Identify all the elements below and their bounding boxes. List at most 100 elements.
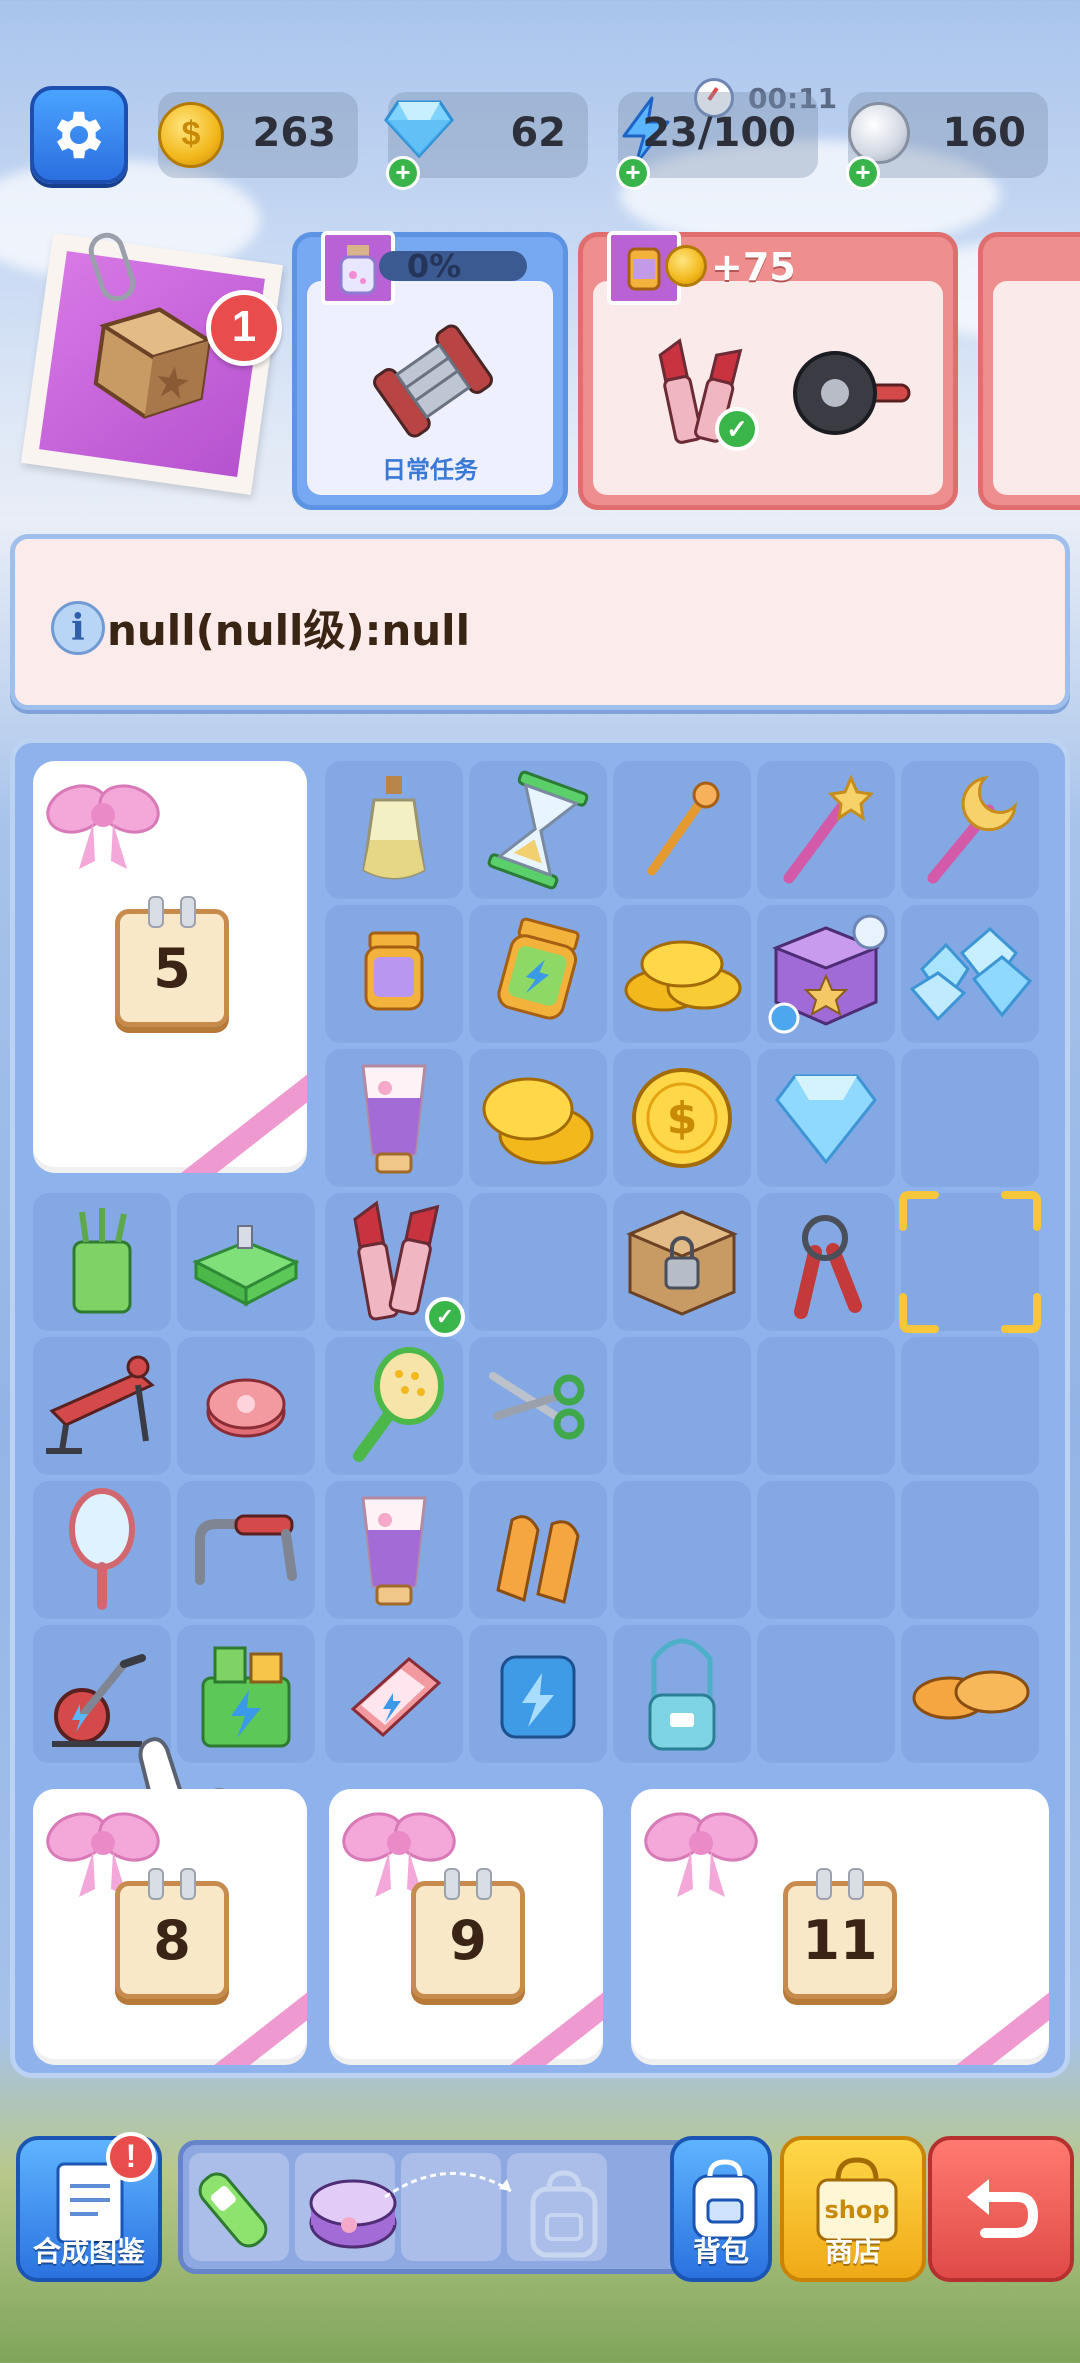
board-cell[interactable] (757, 1193, 895, 1331)
hand-grip-icon (794, 1215, 862, 1319)
board-cell[interactable] (757, 1049, 895, 1187)
collection-label: 合成图鉴 (32, 2236, 145, 2267)
board-cell[interactable] (469, 761, 607, 899)
board-cell-selected[interactable] (899, 1191, 1041, 1333)
board-cell-empty[interactable] (613, 1481, 751, 1619)
calendar-icon: 5 (115, 896, 229, 1027)
daily-task-card[interactable]: 0% 日常任务 (292, 231, 568, 510)
big-coin-icon: $ (632, 1068, 732, 1168)
board-cell[interactable] (33, 1481, 171, 1619)
board-cell[interactable] (901, 761, 1039, 899)
wooden-box-icon (93, 307, 214, 419)
undo-arrow-icon (967, 2179, 1039, 2238)
shop-button[interactable]: shop 商店 (780, 2136, 926, 2282)
gift-box-5[interactable]: 5 (33, 761, 307, 1173)
hand-mirror-icon (69, 1488, 135, 1610)
add-energy-icon[interactable]: + (616, 156, 650, 190)
backpack-label: 背包 (692, 2236, 749, 2267)
board-cell[interactable] (613, 761, 751, 899)
check-icon: ✓ (715, 407, 759, 451)
calendar-icon: 9 (411, 1868, 525, 1999)
board-cell[interactable] (613, 1625, 751, 1763)
check-icon: ✓ (425, 1297, 465, 1337)
board-cell[interactable] (33, 1337, 171, 1475)
silver-counter[interactable]: + 160 (846, 92, 1048, 190)
star-chest-icon (768, 914, 888, 1034)
hairbrush-icon (353, 1347, 444, 1462)
board-cell[interactable] (177, 1193, 315, 1331)
board-cell[interactable] (469, 1049, 607, 1187)
diamond-icon (775, 1074, 877, 1165)
add-silver-icon[interactable]: + (846, 156, 880, 190)
diamond-pile-icon (909, 926, 1033, 1022)
svg-text:$: $ (667, 1093, 698, 1144)
board-cell[interactable] (177, 1481, 315, 1619)
board-cell[interactable] (757, 905, 895, 1043)
calendar-icon: 11 (783, 1868, 897, 1999)
backpack-button[interactable]: 背包 (670, 2136, 772, 2282)
svg-text:shop: shop (824, 2196, 889, 2224)
board-cell[interactable]: ✓ (325, 1193, 465, 1337)
perfume-bottle-icon (362, 776, 426, 880)
board-cell[interactable] (613, 905, 751, 1043)
board-cell-empty[interactable] (757, 1337, 895, 1475)
reward-coin-icon (665, 245, 707, 287)
board-cell[interactable] (325, 1049, 463, 1187)
undo-button[interactable] (928, 2136, 1074, 2282)
board-cell[interactable] (757, 761, 895, 899)
potion-jar-icon (364, 931, 424, 1011)
board-cell[interactable] (901, 905, 1039, 1043)
board-cell[interactable] (469, 1625, 607, 1763)
board-cell[interactable] (613, 1193, 751, 1331)
hair-curler-icon (198, 2172, 268, 2248)
energy-box-icon (500, 1655, 576, 1739)
item-tray[interactable] (178, 2140, 698, 2274)
info-icon: i (51, 601, 105, 655)
board-cell[interactable] (33, 1193, 171, 1331)
board-cell[interactable] (469, 1481, 607, 1619)
calendar-icon: 8 (115, 1868, 229, 1999)
locked-box-icon (626, 1210, 738, 1316)
moon-wand-icon (927, 775, 1017, 884)
order-card-partial[interactable] (978, 232, 1080, 510)
star-wand-icon (783, 774, 875, 884)
energy-value: 23/100 (642, 110, 796, 156)
energy-counter[interactable]: + 23/100 (616, 92, 818, 190)
gift-box-11[interactable]: 11 (631, 1789, 1049, 2065)
board-cell-empty[interactable] (901, 1049, 1039, 1187)
gift-box-9[interactable]: 9 (329, 1789, 603, 2065)
board-cell-empty[interactable] (757, 1481, 895, 1619)
board-cell[interactable] (325, 905, 463, 1043)
board-cell[interactable] (177, 1337, 315, 1475)
bow-icon (46, 784, 160, 869)
board-cell[interactable] (325, 1481, 463, 1619)
lotion-tube-icon (361, 1064, 427, 1174)
shop-label: 商店 (824, 2236, 881, 2267)
board-cell[interactable] (325, 1337, 463, 1475)
coin-counter[interactable]: 263 (158, 92, 358, 178)
order-reward: +75 (711, 245, 796, 289)
board-cell[interactable] (901, 1625, 1039, 1763)
board-cell-empty[interactable] (901, 1337, 1039, 1475)
board-cell[interactable] (469, 905, 607, 1043)
board-cell-empty[interactable] (469, 1193, 607, 1331)
gift-box-8[interactable]: 8 (33, 1789, 307, 2065)
add-gems-icon[interactable]: + (386, 156, 420, 190)
bow-icon (644, 1812, 758, 1897)
settings-button[interactable] (30, 86, 128, 184)
board-cell[interactable]: $ (613, 1049, 751, 1187)
gem-value: 62 (510, 110, 566, 156)
board-cell-empty[interactable] (613, 1337, 751, 1475)
board-cell[interactable] (325, 761, 463, 899)
order-card-lipstick[interactable]: +75 ✓ (578, 231, 958, 510)
backpack-outline-icon (530, 2170, 598, 2258)
ab-wheel-icon (793, 351, 911, 435)
board-cell[interactable] (469, 1337, 607, 1475)
board-cell-empty[interactable] (757, 1625, 895, 1763)
board-cell-empty[interactable] (901, 1481, 1039, 1619)
energy-jar-icon (497, 917, 580, 1020)
coin-icon (158, 102, 224, 168)
sandals-icon (496, 1515, 580, 1604)
gem-counter[interactable]: + 62 (384, 92, 588, 190)
board-cell[interactable] (325, 1625, 463, 1763)
